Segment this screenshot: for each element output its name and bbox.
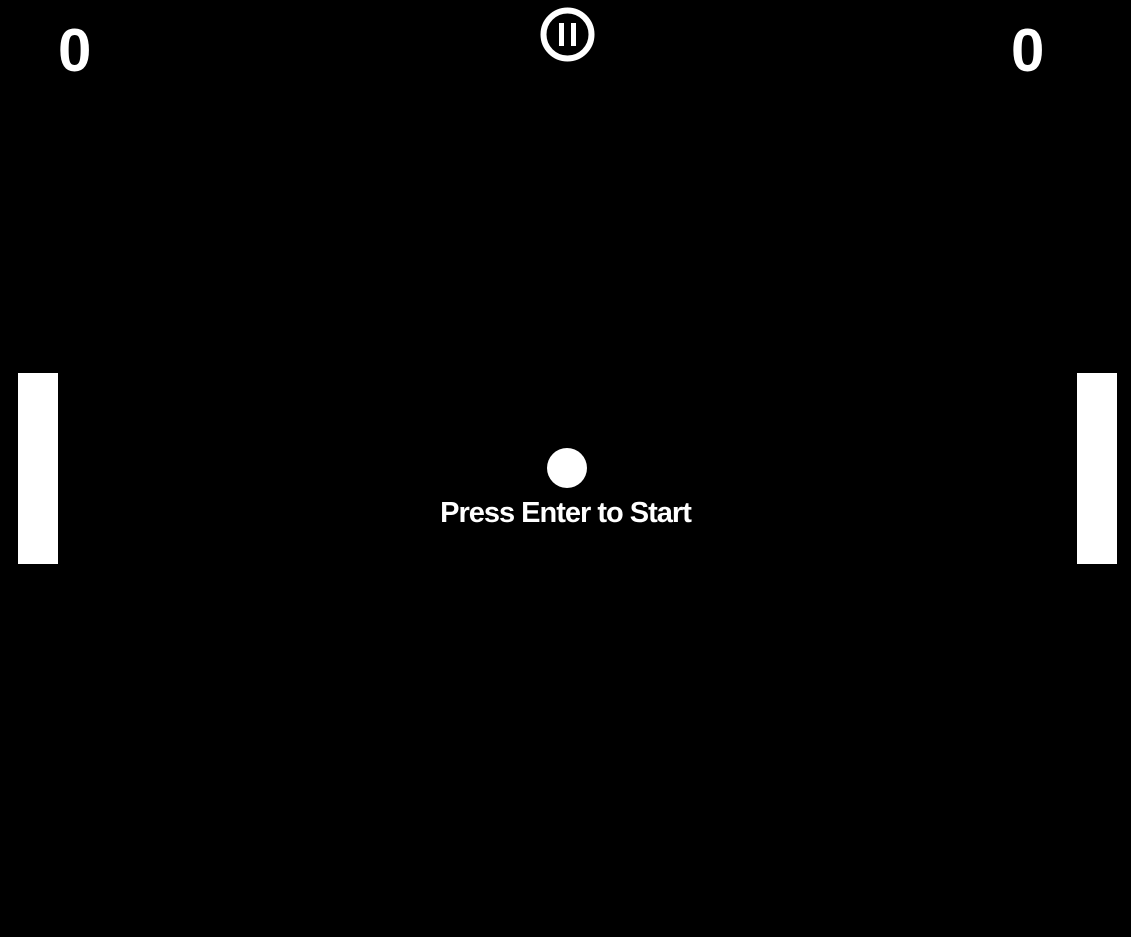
pause-button[interactable] xyxy=(539,6,596,63)
ball xyxy=(547,448,587,488)
right-paddle xyxy=(1077,373,1117,564)
left-paddle xyxy=(18,373,58,564)
pause-icon xyxy=(540,7,595,62)
left-player-score: 0 xyxy=(58,17,92,84)
right-player-score: 0 xyxy=(1011,17,1045,84)
start-prompt: Press Enter to Start xyxy=(440,497,692,529)
game-canvas[interactable]: 0 0 Press Enter to Start xyxy=(0,0,1131,937)
